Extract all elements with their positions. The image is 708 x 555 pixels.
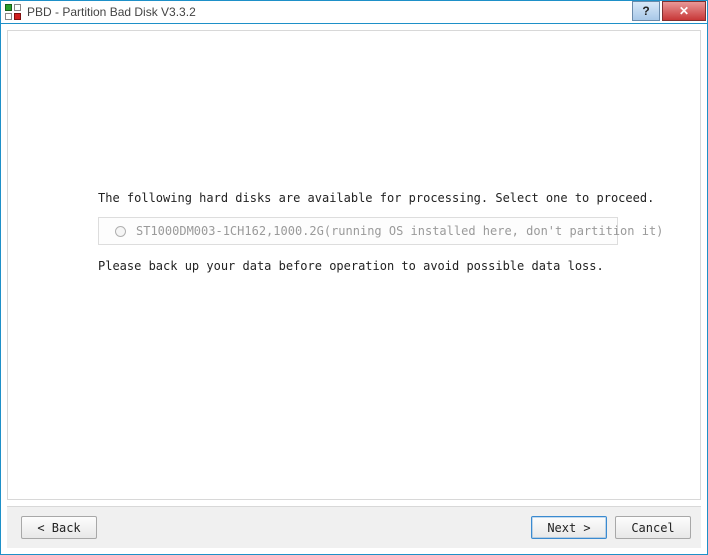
disk-item[interactable]: ST1000DM003-1CH162,1000.2G(running OS in… xyxy=(99,218,617,244)
app-window: PBD - Partition Bad Disk V3.3.2 ? ✕ The … xyxy=(0,0,708,555)
close-button[interactable]: ✕ xyxy=(662,1,706,21)
radio-icon xyxy=(115,226,126,237)
cancel-button[interactable]: Cancel xyxy=(615,516,691,539)
titlebar-buttons: ? ✕ xyxy=(632,1,707,23)
disk-list: ST1000DM003-1CH162,1000.2G(running OS in… xyxy=(98,217,618,245)
cancel-button-label: Cancel xyxy=(631,521,674,535)
app-icon xyxy=(5,4,21,20)
titlebar: PBD - Partition Bad Disk V3.3.2 ? ✕ xyxy=(1,1,707,24)
help-icon: ? xyxy=(642,4,649,18)
window-title: PBD - Partition Bad Disk V3.3.2 xyxy=(27,5,196,19)
instruction-text: The following hard disks are available f… xyxy=(98,191,680,205)
next-button-label: Next > xyxy=(547,521,590,535)
back-button-label: < Back xyxy=(37,521,80,535)
content-frame: The following hard disks are available f… xyxy=(7,30,701,500)
button-bar: < Back Next > Cancel xyxy=(7,506,701,548)
backup-warning: Please back up your data before operatio… xyxy=(98,259,680,273)
next-button[interactable]: Next > xyxy=(531,516,607,539)
back-button[interactable]: < Back xyxy=(21,516,97,539)
disk-label: ST1000DM003-1CH162,1000.2G(running OS in… xyxy=(136,224,663,238)
help-button[interactable]: ? xyxy=(632,1,660,21)
close-icon: ✕ xyxy=(679,4,689,18)
